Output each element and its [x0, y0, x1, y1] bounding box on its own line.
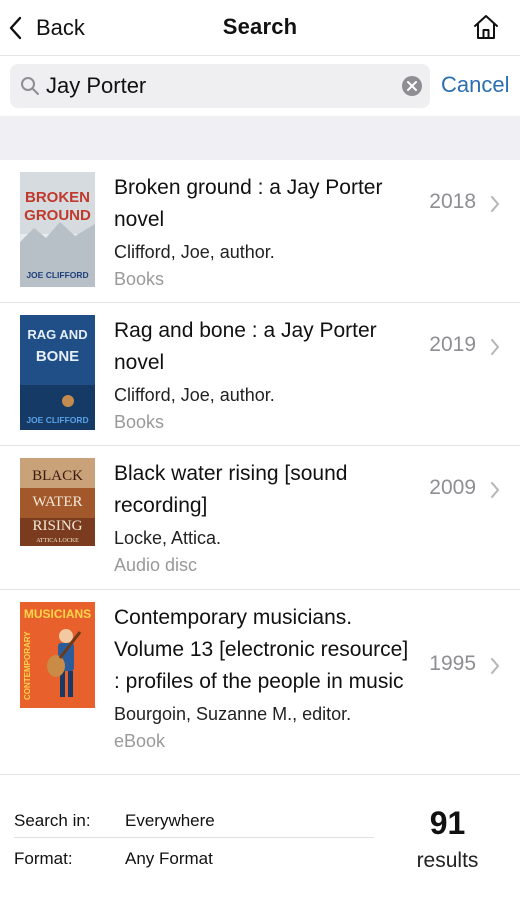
result-row[interactable]: RAG AND BONE JOE CLIFFORD Rag and bone :…: [0, 303, 520, 446]
result-count-label: results: [416, 849, 479, 872]
svg-text:JOE CLIFFORD: JOE CLIFFORD: [26, 270, 88, 280]
cancel-button[interactable]: Cancel: [441, 72, 509, 98]
result-title: Contemporary musicians. Volume 13 [elect…: [114, 606, 409, 693]
book-cover: BLACK WATER RISING ATTICA LOCKE: [20, 458, 95, 546]
svg-text:RISING: RISING: [32, 518, 82, 534]
nav-bar: Back Search: [0, 0, 520, 56]
search-input[interactable]: [46, 64, 396, 108]
format-label: Format:: [14, 849, 73, 868]
result-author: Locke, Attica.: [114, 528, 222, 548]
result-row[interactable]: MUSICIANS CONTEMPORARY Contemporary musi…: [0, 590, 520, 774]
result-year: 1995: [429, 652, 476, 675]
result-format: Audio disc: [114, 555, 198, 575]
result-author: Bourgoin, Suzanne M., editor.: [114, 704, 352, 724]
svg-text:RAG AND: RAG AND: [27, 327, 87, 342]
search-in-label: Search in:: [14, 811, 91, 830]
svg-text:CONTEMPORARY: CONTEMPORARY: [23, 631, 32, 700]
result-text: Black water rising [sound recording] Loc…: [114, 458, 419, 578]
search-footer: Search in: Everywhere Format: Any Format…: [0, 774, 520, 900]
search-in-value[interactable]: Everywhere: [125, 811, 215, 831]
svg-text:WATER: WATER: [33, 494, 83, 510]
search-icon: [21, 77, 39, 95]
result-format: eBook: [114, 731, 166, 751]
clear-search-icon[interactable]: [402, 76, 422, 96]
result-title: Rag and bone : a Jay Porter novel: [114, 319, 377, 374]
page-title: Search: [222, 14, 298, 39]
result-year: 2019: [429, 333, 476, 356]
book-cover: BROKEN GROUND JOE CLIFFORD: [20, 172, 95, 287]
svg-text:BROKEN: BROKEN: [25, 189, 90, 206]
result-format: Books: [114, 412, 165, 432]
result-text: Broken ground : a Jay Porter novel Cliff…: [114, 172, 419, 292]
result-author: Clifford, Joe, author.: [114, 242, 275, 262]
result-text: Rag and bone : a Jay Porter novel Cliffo…: [114, 315, 419, 435]
format-value[interactable]: Any Format: [125, 849, 213, 869]
chevron-right-icon: [491, 482, 499, 498]
svg-text:BONE: BONE: [36, 348, 79, 365]
book-cover: MUSICIANS CONTEMPORARY: [20, 602, 95, 708]
svg-text:MUSICIANS: MUSICIANS: [24, 607, 91, 621]
book-cover: RAG AND BONE JOE CLIFFORD: [20, 315, 95, 430]
results-list[interactable]: BROKEN GROUND JOE CLIFFORD Broken ground…: [0, 160, 520, 774]
chevron-right-icon: [491, 196, 499, 212]
divider: [14, 837, 374, 838]
result-author: Clifford, Joe, author.: [114, 385, 275, 405]
svg-text:BLACK: BLACK: [32, 468, 83, 484]
result-count: 91: [429, 805, 466, 841]
result-format: Books: [114, 269, 165, 289]
svg-text:GROUND: GROUND: [24, 207, 91, 224]
search-bar: Cancel: [0, 56, 520, 116]
section-spacer: [0, 116, 520, 160]
result-row[interactable]: BLACK WATER RISING ATTICA LOCKE Black wa…: [0, 446, 520, 590]
result-year: 2009: [429, 476, 476, 499]
result-text: Contemporary musicians. Volume 13 [elect…: [114, 602, 419, 754]
svg-text:JOE CLIFFORD: JOE CLIFFORD: [26, 415, 88, 425]
chevron-right-icon: [491, 339, 499, 355]
result-row[interactable]: BROKEN GROUND JOE CLIFFORD Broken ground…: [0, 160, 520, 303]
home-icon[interactable]: [472, 13, 500, 41]
result-year: 2018: [429, 190, 476, 213]
result-title: Broken ground : a Jay Porter novel: [114, 176, 383, 231]
chevron-right-icon: [491, 658, 499, 674]
svg-text:ATTICA LOCKE: ATTICA LOCKE: [36, 538, 79, 544]
result-title: Black water rising [sound recording]: [114, 462, 348, 517]
search-field[interactable]: [10, 64, 430, 108]
